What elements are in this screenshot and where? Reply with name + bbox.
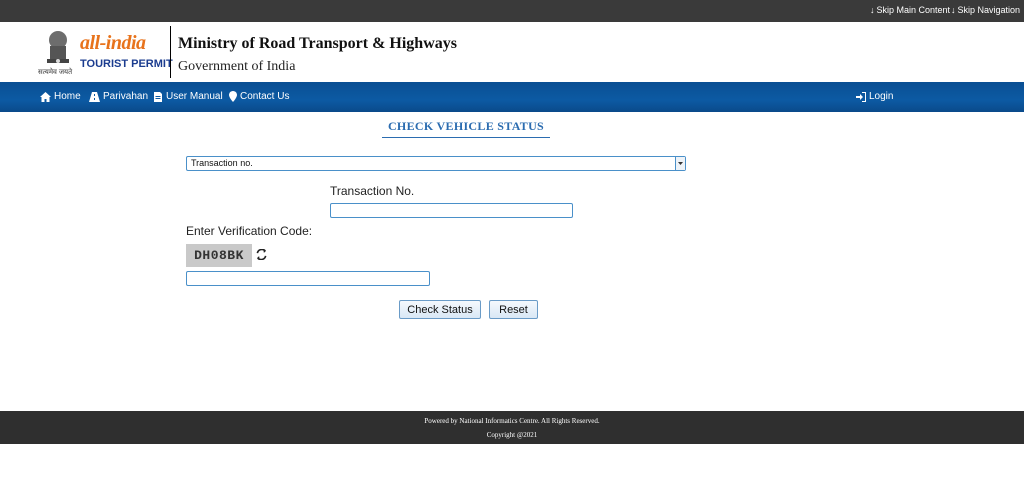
nav-contact-us[interactable]: Contact Us [229, 91, 289, 102]
transaction-number-input[interactable] [330, 203, 573, 218]
document-icon [154, 91, 162, 102]
arrow-down-icon: ↓ [951, 5, 956, 15]
transaction-number-label: Transaction No. [330, 184, 415, 198]
header-divider [170, 26, 171, 78]
arrow-down-icon: ↓ [870, 5, 875, 15]
reset-button[interactable]: Reset [489, 300, 538, 319]
search-type-select[interactable]: Transaction no. [186, 156, 686, 171]
nav-login[interactable]: Login [856, 91, 893, 102]
chevron-down-icon[interactable] [675, 157, 685, 170]
nav-user-manual[interactable]: User Manual [153, 91, 223, 102]
site-footer: Powered by National Informatics Centre. … [0, 411, 1024, 444]
nav-home[interactable]: Home [40, 91, 81, 102]
site-header: सत्यमेव जयते all-india TOURIST PERMIT Mi… [0, 22, 1024, 82]
main-navigation: Home Parivahan User Manual Contact Us Lo… [0, 82, 1024, 112]
road-icon [89, 91, 100, 102]
ministry-title: Ministry of Road Transport & Highways [178, 35, 457, 52]
tourist-permit-logo-text: TOURIST PERMIT [80, 58, 173, 70]
search-type-selected-value: Transaction no. [191, 158, 253, 168]
skip-navigation-link[interactable]: ↓ Skip Navigation [951, 5, 1020, 15]
copyright-text: Copyright @2021 [486, 431, 538, 439]
home-icon [40, 91, 51, 102]
refresh-icon[interactable] [256, 249, 267, 260]
page-title: CHECK VEHICLE STATUS [382, 119, 550, 138]
emblem-motto: सत्यमेव जयते [38, 69, 73, 76]
verification-code-input[interactable] [186, 271, 430, 286]
skip-main-content-link[interactable]: ↓ Skip Main Content [870, 5, 950, 15]
verification-code-label: Enter Verification Code: [186, 224, 313, 238]
top-bar: ↓ Skip Main Content ↓ Skip Navigation [0, 0, 1024, 22]
captcha-image: DH08BK [186, 244, 252, 267]
government-subtitle: Government of India [178, 59, 296, 74]
check-status-button[interactable]: Check Status [399, 300, 481, 319]
map-marker-icon [229, 91, 237, 102]
nav-parivahan[interactable]: Parivahan [89, 91, 148, 102]
all-india-logo: all-india [80, 32, 146, 54]
login-icon [856, 91, 866, 102]
powered-by-text: Powered by National Informatics Centre. … [424, 417, 600, 425]
